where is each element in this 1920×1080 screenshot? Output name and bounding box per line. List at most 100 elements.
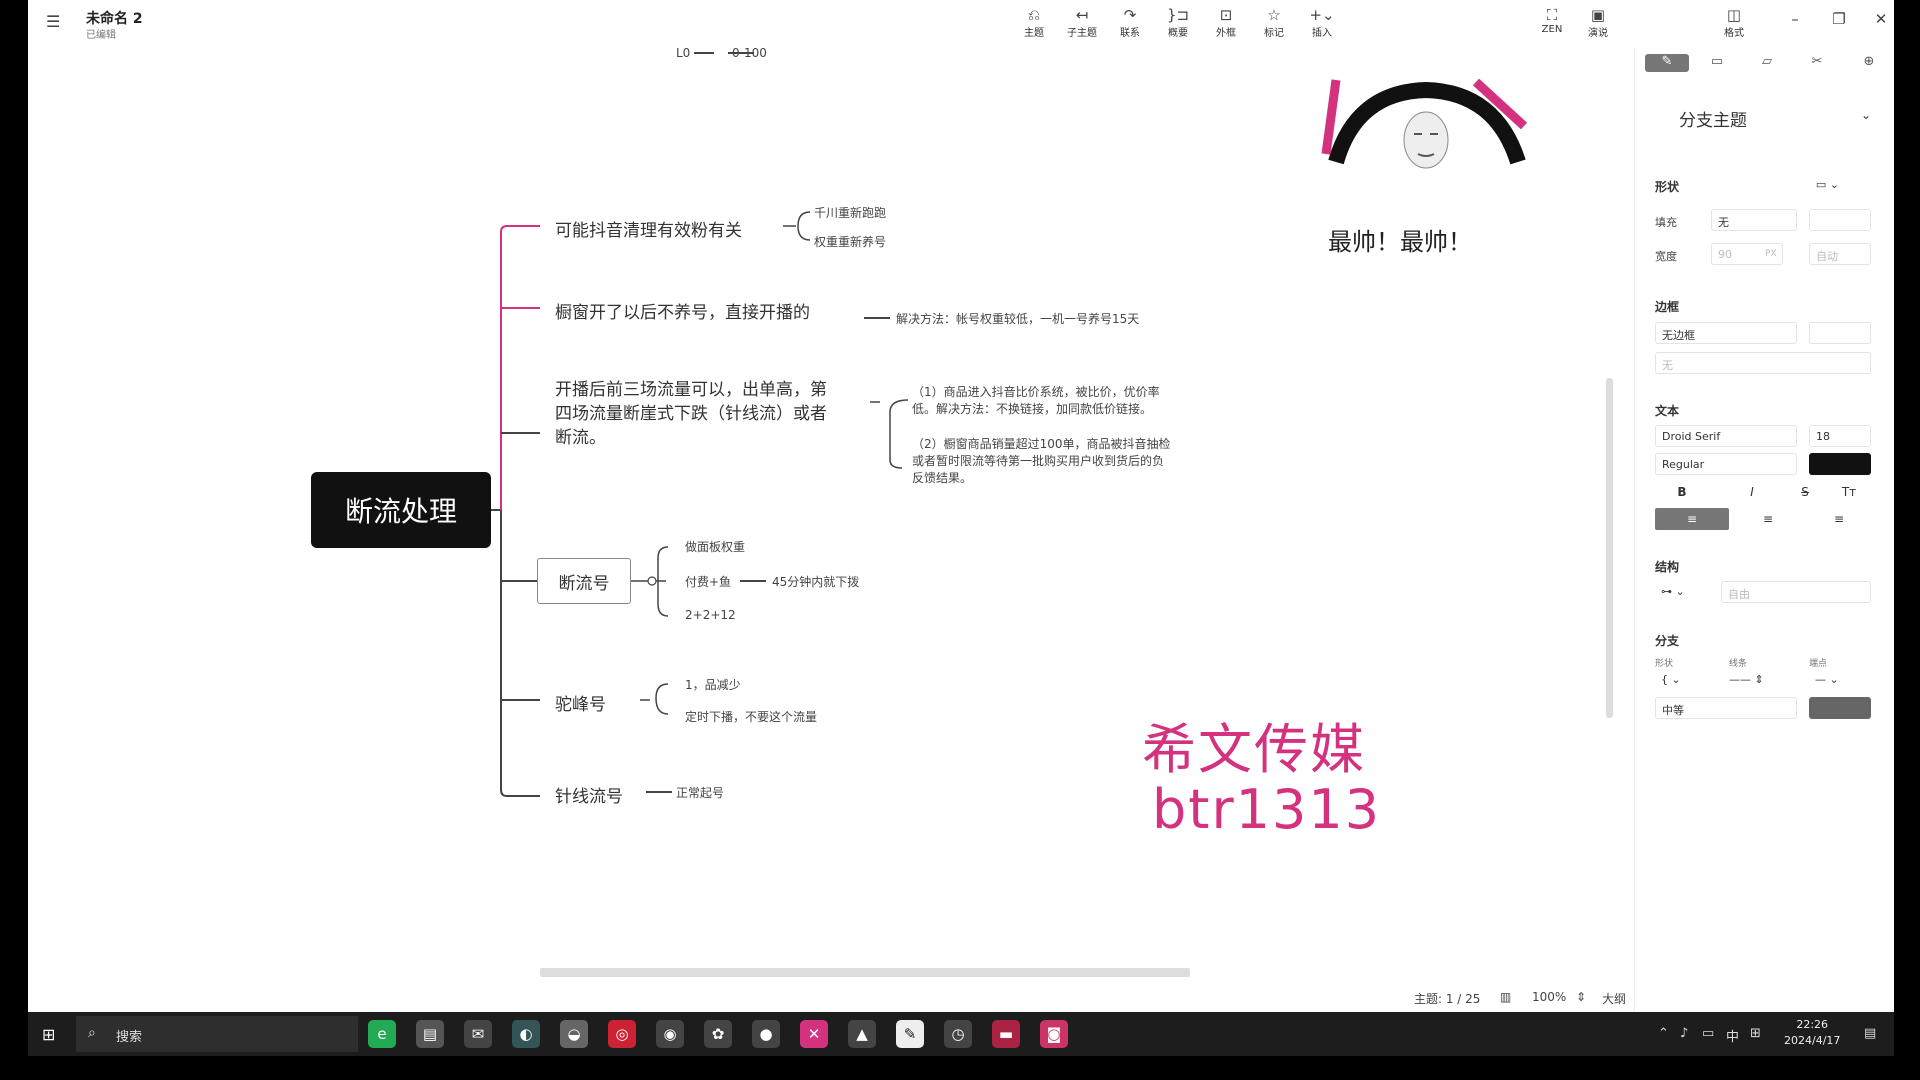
- shape-select[interactable]: ▭ ⌄: [1793, 174, 1845, 196]
- zen-label: ZEN: [1541, 24, 1563, 35]
- border-style-select[interactable]: 无: [1655, 352, 1871, 374]
- clock-app-icon[interactable]: ◷: [944, 1020, 972, 1048]
- branch-shape-select[interactable]: { ⌄: [1655, 669, 1713, 691]
- border-select[interactable]: 无边框: [1655, 322, 1797, 344]
- keyboard-icon[interactable]: ⊞: [1750, 1026, 1761, 1041]
- subtopic-5-2[interactable]: 定时下播，不要这个流量: [685, 708, 817, 725]
- chevron-down-icon[interactable]: ⌄: [1861, 108, 1871, 122]
- browser-icon[interactable]: ◐: [512, 1020, 540, 1048]
- branch-topic-3[interactable]: 开播后前三场流量可以，出单高，第 四场流量断崖式下跌（针线流）或者 断流。: [555, 378, 827, 450]
- fill-color-swatch[interactable]: [1809, 209, 1871, 231]
- subtopic-1-2[interactable]: 权重重新养号: [814, 233, 886, 250]
- summary-button[interactable]: }⊐ 概要: [1158, 6, 1198, 39]
- zen-button[interactable]: ⛶ ZEN: [1532, 6, 1572, 35]
- italic-button[interactable]: I: [1725, 481, 1779, 503]
- subtopic-2-1[interactable]: 解决方法：帐号权重较低，一机一号养号15天: [896, 310, 1139, 327]
- windows-start-icon[interactable]: ⊞: [42, 1025, 60, 1044]
- subtopic-4-3[interactable]: 2+2+12: [685, 608, 736, 622]
- mindmap-canvas[interactable]: L0 0-100 断流处理 可能抖音清理有效粉有关 千川重新跑跑 权重重新养号 …: [28, 46, 1634, 1006]
- mail-icon[interactable]: ✉: [464, 1020, 492, 1048]
- subtopic-5-1[interactable]: 1，品减少: [685, 676, 741, 693]
- slides-icon[interactable]: ▬: [992, 1020, 1020, 1048]
- font-weight-select[interactable]: Regular: [1655, 453, 1797, 475]
- subtopic-4-2[interactable]: 付费+鱼: [685, 573, 731, 590]
- font-size-select[interactable]: 18: [1809, 425, 1871, 447]
- strikethrough-button[interactable]: S: [1785, 481, 1825, 503]
- tray-chevron-icon[interactable]: ⌃: [1658, 1026, 1669, 1041]
- slide-icon[interactable]: ▭: [1695, 54, 1739, 72]
- branch-topic-5[interactable]: 驼峰号: [555, 690, 606, 715]
- recorder-icon[interactable]: ◎: [608, 1020, 636, 1048]
- branch-topic-6[interactable]: 针线流号: [555, 782, 623, 807]
- xmind-icon[interactable]: ✕: [800, 1020, 828, 1048]
- relationship-icon: ↷: [1123, 6, 1137, 24]
- edge-icon[interactable]: e: [368, 1020, 396, 1048]
- note-icon[interactable]: ▱: [1745, 54, 1789, 72]
- lock-icon[interactable]: ⊕: [1847, 54, 1891, 72]
- taskbar-search[interactable]: ⌕ 搜索: [76, 1016, 358, 1052]
- root-topic[interactable]: 断流处理: [311, 472, 491, 548]
- minimize-icon[interactable]: –: [1780, 10, 1810, 28]
- subtopic-3-2[interactable]: （2）橱窗商品销量超过100单，商品被抖音抽检 或者暂时限流等待第一批购买用户收…: [912, 436, 1171, 487]
- text-case-button[interactable]: Tт: [1827, 481, 1871, 503]
- branch-topic-4[interactable]: 断流号: [537, 558, 631, 604]
- align-left-button[interactable]: ≡: [1655, 508, 1729, 530]
- auto-button[interactable]: 自动: [1809, 243, 1871, 265]
- relationship-button[interactable]: ↷ 联系: [1110, 6, 1150, 39]
- file-explorer-icon[interactable]: ▤: [416, 1020, 444, 1048]
- subtopic-1-1[interactable]: 千川重新跑跑: [814, 204, 886, 221]
- branch-topic-1[interactable]: 可能抖音清理有效粉有关: [555, 216, 742, 241]
- marker-button[interactable]: ☆ 标记: [1254, 6, 1294, 39]
- cut-icon[interactable]: ✂: [1795, 54, 1839, 72]
- branch-width-select[interactable]: 中等: [1655, 697, 1797, 719]
- branch-end-select[interactable]: — ⌄: [1809, 669, 1871, 691]
- map-icon[interactable]: ▥: [1500, 990, 1511, 1004]
- structure-select[interactable]: ⊶ ⌄: [1655, 581, 1713, 603]
- present-button[interactable]: ▣ 演说: [1578, 6, 1618, 39]
- photos-icon[interactable]: ▲: [848, 1020, 876, 1048]
- branch-topic-2[interactable]: 橱窗开了以后不养号，直接开播的: [555, 298, 810, 323]
- branch-color-swatch[interactable]: [1809, 697, 1871, 719]
- ime-indicator[interactable]: 中: [1726, 1026, 1739, 1045]
- notes-icon[interactable]: ✎: [896, 1020, 924, 1048]
- branch-line-select[interactable]: —— ⇕: [1723, 669, 1797, 691]
- format-button[interactable]: ◫ 格式: [1714, 6, 1754, 39]
- outline-button[interactable]: 大纲: [1602, 990, 1626, 1007]
- boundary-button[interactable]: ⊡ 外框: [1206, 6, 1246, 39]
- network-icon[interactable]: ▭: [1702, 1026, 1714, 1041]
- top-fragment-l0[interactable]: L0: [676, 46, 690, 60]
- align-center-button[interactable]: ≡: [1733, 508, 1803, 530]
- chrome-icon[interactable]: ◉: [656, 1020, 684, 1048]
- camera-icon[interactable]: ◙: [1040, 1020, 1068, 1048]
- horizontal-scrollbar[interactable]: [540, 968, 1190, 977]
- subtopic-3-1[interactable]: （1）商品进入抖音比价系统，被比价，优价率 低。解决方法：不换链接，加同款低价链…: [912, 384, 1160, 418]
- border-color-swatch[interactable]: [1809, 322, 1871, 344]
- paint-icon[interactable]: ✿: [704, 1020, 732, 1048]
- maximize-icon[interactable]: ❐: [1824, 10, 1854, 28]
- subtopic-4-2-1[interactable]: 45分钟内就下拨: [772, 573, 859, 590]
- font-family-select[interactable]: Droid Serif: [1655, 425, 1797, 447]
- notification-icon[interactable]: ▤: [1864, 1026, 1876, 1041]
- bold-button[interactable]: B: [1655, 481, 1709, 503]
- insert-button[interactable]: +⌄ 插入: [1302, 6, 1342, 39]
- topic-icon: ⎌: [1027, 6, 1040, 24]
- obs-icon[interactable]: ●: [752, 1020, 780, 1048]
- topic-button[interactable]: ⎌ 主题: [1014, 6, 1054, 39]
- taskbar-clock[interactable]: 22:26 2024/4/17: [1784, 1017, 1840, 1049]
- zoom-level[interactable]: 100%: [1532, 990, 1566, 1004]
- style-icon[interactable]: ✎: [1645, 54, 1689, 72]
- subtopic-button[interactable]: ↤ 子主题: [1062, 6, 1102, 39]
- zoom-stepper-icon[interactable]: ⇕: [1576, 990, 1586, 1004]
- hamburger-icon[interactable]: ☰: [46, 14, 66, 30]
- wechat-icon[interactable]: ◒: [560, 1020, 588, 1048]
- text-color-swatch[interactable]: [1809, 453, 1871, 475]
- top-fragment-range[interactable]: 0-100: [732, 46, 767, 60]
- microphone-icon[interactable]: ♪: [1680, 1026, 1688, 1041]
- structure-layout-select[interactable]: 自由: [1721, 581, 1871, 603]
- subtopic-6-1[interactable]: 正常起号: [676, 784, 724, 801]
- align-right-button[interactable]: ≡: [1807, 508, 1871, 530]
- vertical-scrollbar[interactable]: [1606, 378, 1613, 718]
- close-icon[interactable]: ✕: [1866, 10, 1894, 28]
- fill-select[interactable]: 无: [1711, 209, 1797, 231]
- subtopic-4-1[interactable]: 做面板权重: [685, 538, 745, 555]
